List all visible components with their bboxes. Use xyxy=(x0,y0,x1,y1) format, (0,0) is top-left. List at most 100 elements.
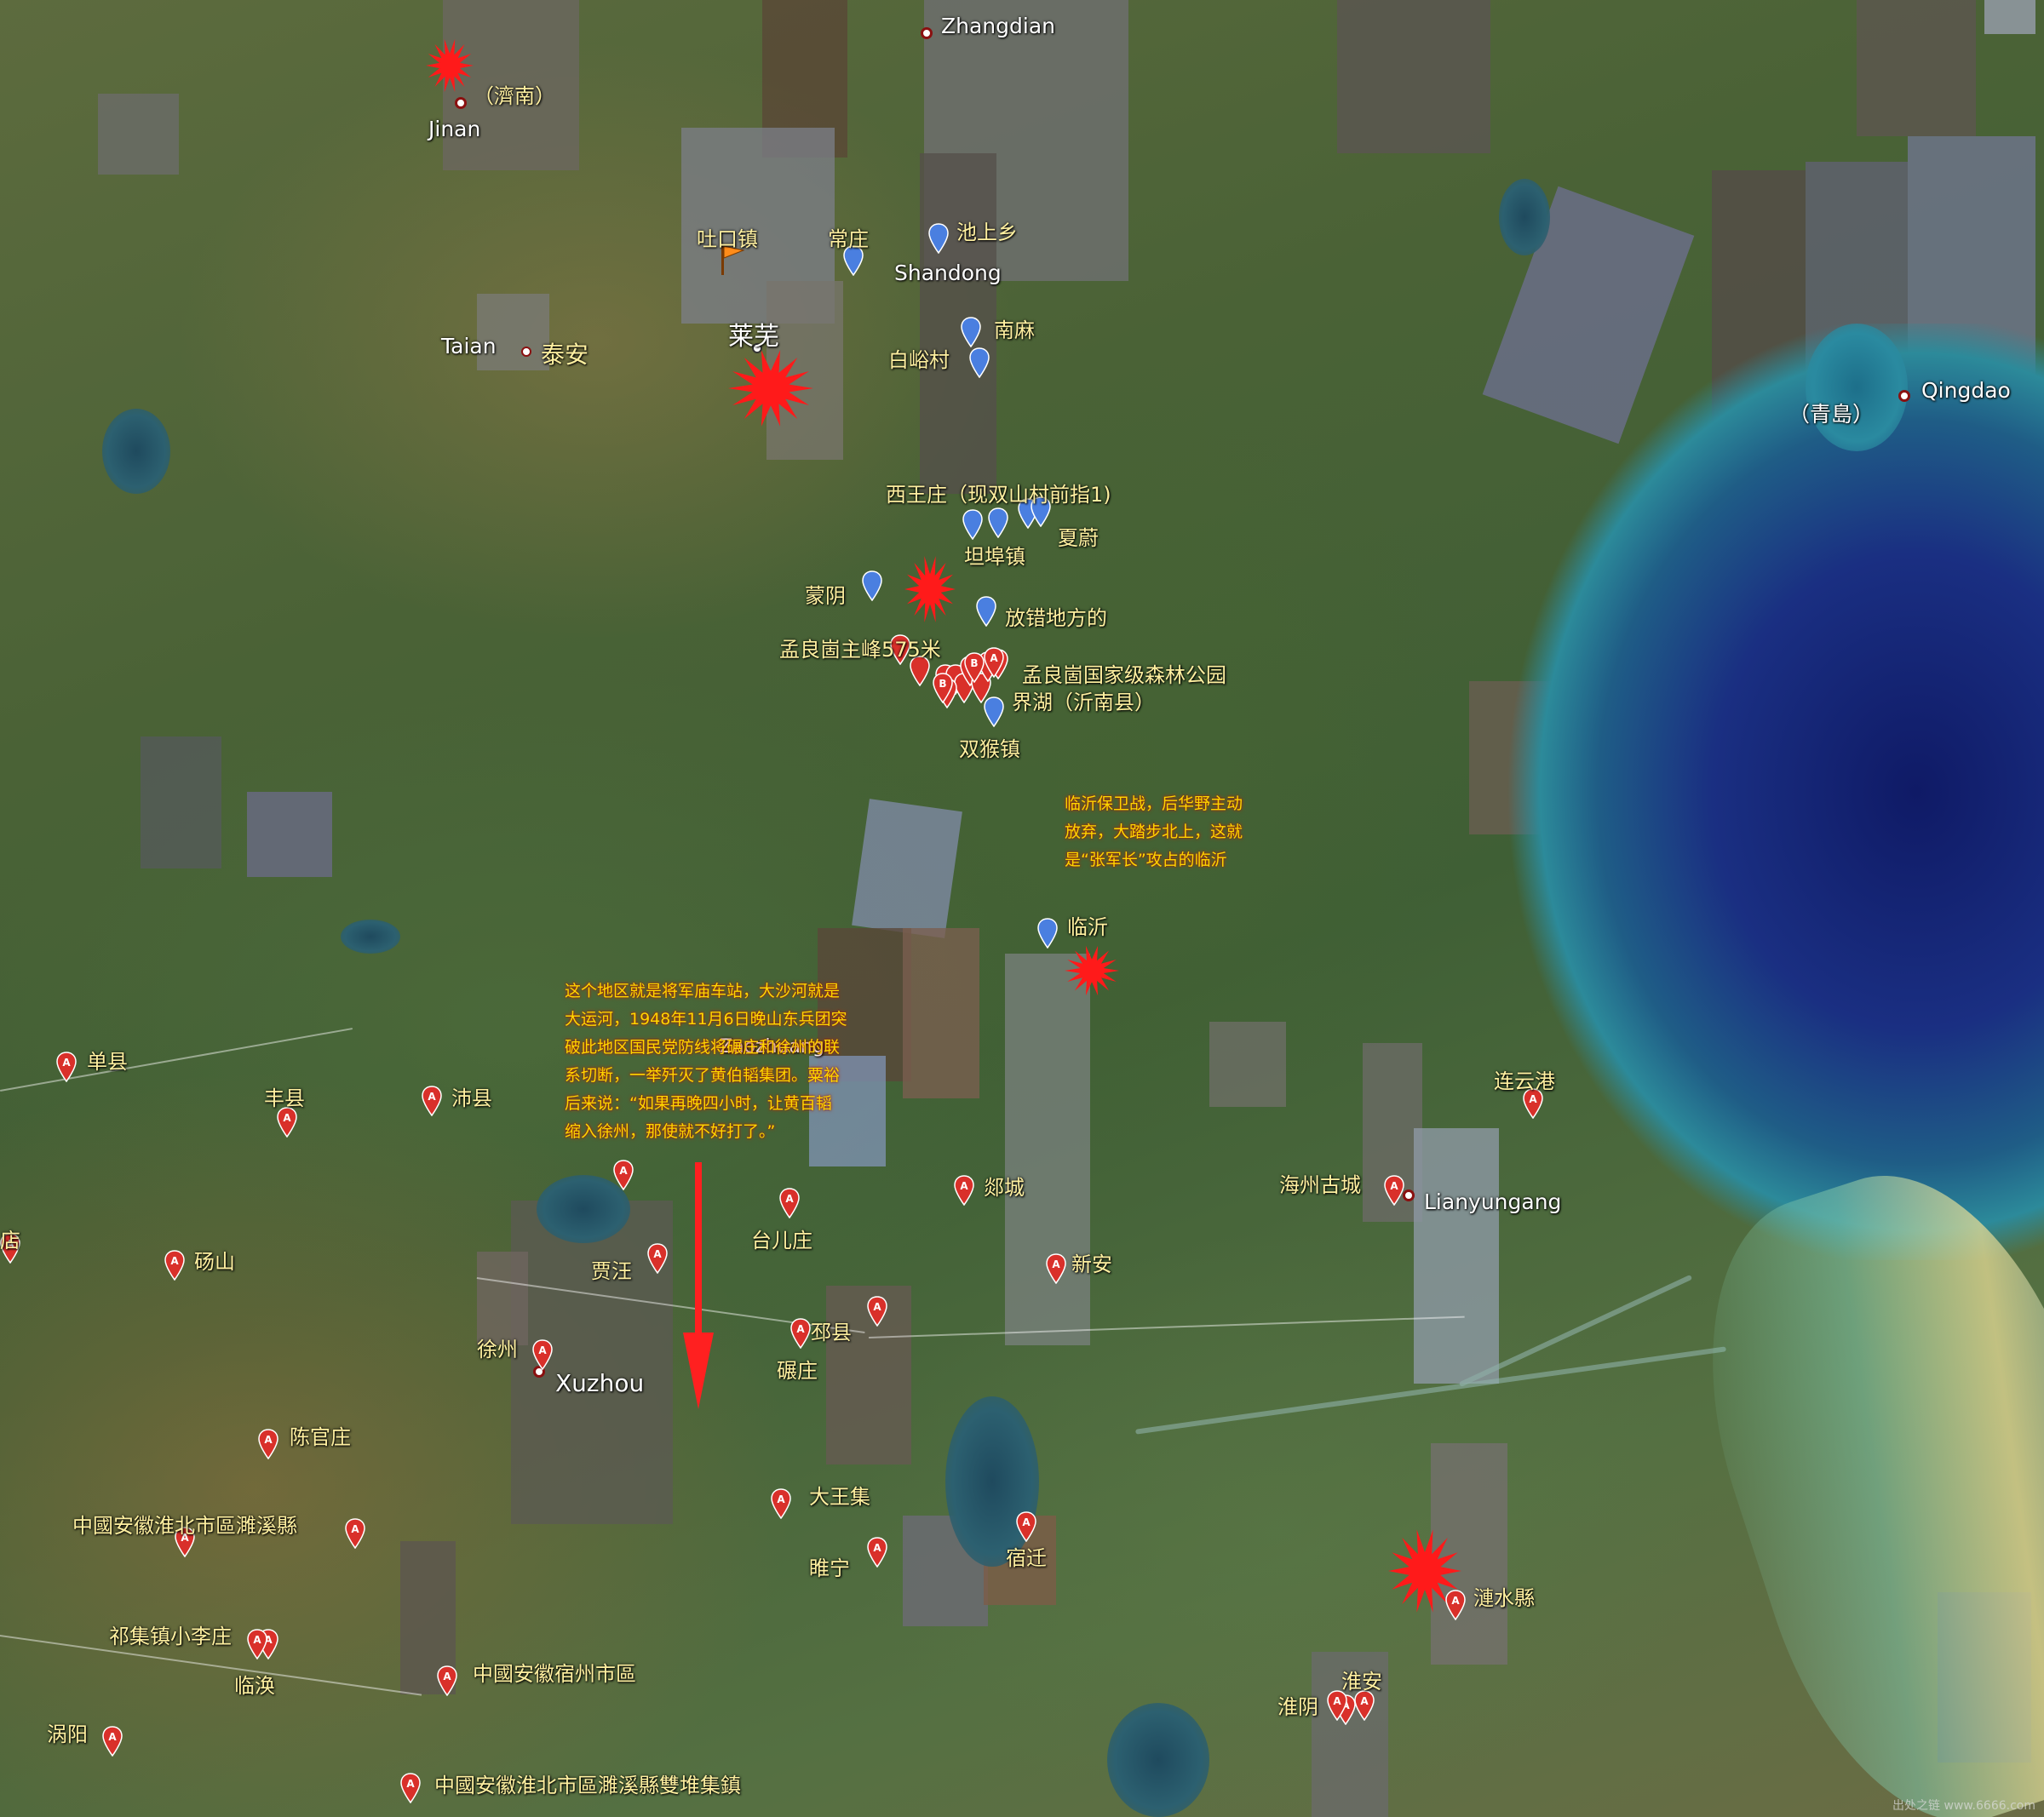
red-placemark-icon[interactable]: A xyxy=(1016,1511,1036,1542)
red-placemark-icon[interactable]: A xyxy=(532,1339,553,1370)
red-placemark-icon[interactable]: A xyxy=(790,1318,811,1349)
explosion-icon xyxy=(904,555,956,623)
svg-text:A: A xyxy=(1022,1516,1031,1528)
red-placemark-icon[interactable]: A xyxy=(613,1160,634,1190)
blue-placemark-icon[interactable] xyxy=(976,596,996,627)
place-label-linhuan: 临涣 xyxy=(234,1674,275,1698)
place-label-fangcuo: 放错地方的 xyxy=(1005,606,1107,630)
red-placemark-icon[interactable]: A xyxy=(56,1052,77,1082)
city-label-zhangdian: Zhangdian xyxy=(941,14,1055,38)
imagery-tile xyxy=(903,928,979,1098)
red-placemark-icon[interactable]: A xyxy=(277,1107,297,1138)
city-dot-icon xyxy=(1898,390,1910,402)
city-label-taian-cn: 泰安 xyxy=(541,341,589,369)
red-placemark-icon[interactable]: A xyxy=(1445,1590,1466,1620)
place-label-xuzhou-cn: 徐州 xyxy=(477,1338,518,1361)
annotation-zaozhuang: 这个地区就是将军庙车站，大沙河就是 大运河，1948年11月6日晚山东兵团突 破… xyxy=(565,977,847,1146)
svg-text:A: A xyxy=(170,1255,179,1267)
region-label-shandong: Shandong xyxy=(894,261,1002,285)
place-label-jiawang: 贾汪 xyxy=(591,1259,632,1283)
svg-text:A: A xyxy=(785,1193,794,1205)
annotation-line: 是“张军长”攻占的临沂 xyxy=(1065,851,1227,869)
place-label-shuangdui: 中國安徽淮北市區濉溪縣雙堆集鎮 xyxy=(434,1774,741,1797)
place-label-haizhou: 海州古城 xyxy=(1279,1173,1361,1197)
red-placemark-icon[interactable]: B xyxy=(964,652,985,683)
city-dot-icon xyxy=(1403,1189,1415,1201)
blue-placemark-icon[interactable] xyxy=(988,507,1008,538)
red-placemark-icon[interactable]: A xyxy=(1354,1690,1375,1721)
svg-text:A: A xyxy=(1333,1695,1341,1707)
svg-text:A: A xyxy=(264,1434,273,1446)
annotation-line: 这个地区就是将军庙车站，大沙河就是 xyxy=(565,982,841,1000)
svg-text:A: A xyxy=(990,652,998,664)
city-label-qingdao-cn: （青島） xyxy=(1788,402,1875,427)
place-label-suining: 睢宁 xyxy=(809,1556,850,1580)
blue-placemark-icon[interactable] xyxy=(961,317,981,347)
red-placemark-icon[interactable]: A xyxy=(1327,1690,1347,1721)
yellow-sea xyxy=(1405,324,2044,1260)
blue-placemark-icon[interactable] xyxy=(962,509,983,540)
place-label-tukouzhen: 吐口镇 xyxy=(697,227,758,251)
place-label-bailuocun: 白峪村 xyxy=(888,348,950,372)
red-placemark-icon[interactable]: A xyxy=(954,1175,974,1206)
city-label-xuzhou: Xuzhou xyxy=(555,1369,645,1397)
svg-text:A: A xyxy=(538,1344,547,1356)
imagery-tile xyxy=(247,792,332,877)
place-label-guoyang: 涡阳 xyxy=(47,1722,88,1746)
place-label-menglianggu-park: 孟良崮国家级森林公园 xyxy=(1022,663,1226,687)
place-label-shuanghouzhen: 双猴镇 xyxy=(959,737,1020,761)
red-placemark-icon[interactable]: A xyxy=(647,1243,668,1274)
city-dot-icon xyxy=(921,27,933,39)
place-label-huaian: 淮安 xyxy=(1341,1670,1382,1694)
red-placemark-icon[interactable]: B xyxy=(933,673,953,703)
red-placemark-icon[interactable]: A xyxy=(164,1250,185,1281)
imagery-tile xyxy=(98,94,179,175)
red-placemark-icon[interactable]: A xyxy=(258,1429,278,1459)
red-placemark-icon[interactable]: A xyxy=(247,1629,267,1659)
blue-placemark-icon[interactable] xyxy=(928,223,949,254)
blue-placemark-icon[interactable] xyxy=(862,570,882,601)
red-placemark-icon[interactable]: A xyxy=(400,1773,421,1803)
svg-text:A: A xyxy=(351,1523,359,1535)
place-label-lianyungang-port: 连云港 xyxy=(1494,1069,1555,1093)
place-label-xiawei: 夏蔚 xyxy=(1058,526,1099,550)
place-label-chenguanzhuang: 陈官庄 xyxy=(290,1425,351,1449)
imagery-tile xyxy=(1005,954,1090,1345)
place-label-changzhuang: 常庄 xyxy=(828,227,869,251)
city-label-jinan-cn: （濟南） xyxy=(474,84,555,108)
place-label-xiwangzhuang: 西王庄（现双山村前指1) xyxy=(886,483,1111,507)
city-label-laiwu: 莱芜 xyxy=(728,322,779,352)
place-label-qijizhen: 祁集镇小李庄 xyxy=(109,1625,232,1648)
place-label-tancheng: 郯城 xyxy=(984,1176,1025,1200)
red-placemark-icon[interactable]: A xyxy=(1384,1175,1404,1206)
red-placemark-icon[interactable]: A xyxy=(867,1537,887,1568)
place-label-suqian: 宿迁 xyxy=(1006,1546,1047,1570)
place-label-dawangji: 大王集 xyxy=(809,1485,870,1509)
imagery-tile xyxy=(1857,0,1976,136)
imagery-tile xyxy=(1984,0,2035,34)
watermark: 出处之链 www.6666.com xyxy=(1892,1799,2035,1813)
red-placemark-icon[interactable]: A xyxy=(102,1726,123,1757)
annotation-line: 破此地区国民党防线将碾庄和徐州的联 xyxy=(565,1038,841,1057)
red-placemark-icon[interactable]: A xyxy=(437,1665,457,1696)
satellite-map[interactable]: AAAAAAAAAAAAAAAAAAAAAAAAAAAAAABBCA Zhang… xyxy=(0,0,2044,1817)
place-label-suzhou-ah: 中國安徽宿州市區 xyxy=(473,1662,636,1686)
blue-placemark-icon[interactable] xyxy=(1037,918,1058,949)
red-placemark-icon[interactable]: A xyxy=(779,1188,800,1218)
annotation-line: 缩入徐州，那使就不好打了。” xyxy=(565,1122,776,1141)
annotation-line: 大运河，1948年11月6日晚山东兵团突 xyxy=(565,1010,847,1029)
blue-placemark-icon[interactable] xyxy=(969,347,990,378)
red-placemark-icon[interactable]: A xyxy=(345,1518,365,1549)
place-label-fengxian: 丰县 xyxy=(264,1086,305,1110)
red-placemark-icon[interactable]: A xyxy=(1046,1253,1066,1284)
imagery-tile xyxy=(1209,1022,1286,1107)
place-label-shanxian: 单县 xyxy=(87,1050,128,1074)
red-placemark-icon[interactable]: A xyxy=(422,1086,442,1116)
svg-text:A: A xyxy=(108,1731,117,1743)
annotation-line: 系切断，一举歼灭了黄伯韬集团。粟裕 xyxy=(565,1066,841,1085)
red-placemark-icon[interactable]: A xyxy=(984,647,1004,678)
svg-text:B: B xyxy=(939,678,946,690)
svg-text:A: A xyxy=(283,1112,291,1124)
red-placemark-icon[interactable]: A xyxy=(771,1488,791,1519)
red-placemark-icon[interactable]: A xyxy=(867,1296,887,1327)
